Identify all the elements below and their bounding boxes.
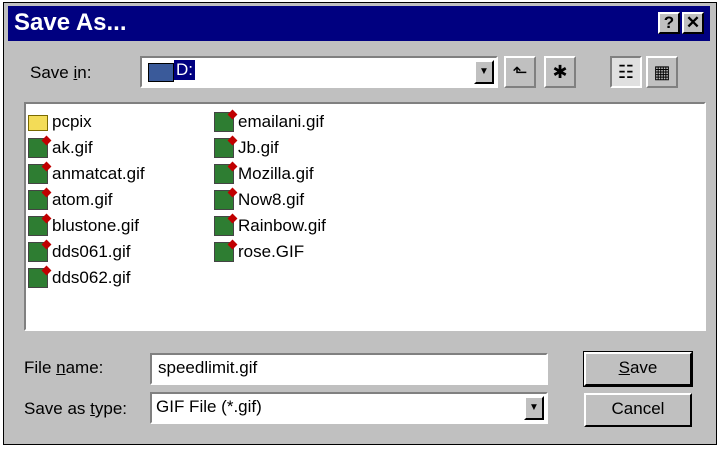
gif-file-icon bbox=[214, 242, 234, 262]
new-folder-button[interactable]: ✱ bbox=[544, 56, 576, 88]
save-in-combo[interactable]: D: ▼ bbox=[140, 56, 498, 88]
save-in-label: Save in: bbox=[30, 63, 92, 82]
chevron-down-icon[interactable]: ▼ bbox=[524, 396, 544, 420]
file-name: blustone.gif bbox=[52, 216, 139, 235]
file-name-label: File name: bbox=[24, 358, 104, 377]
list-item[interactable]: atom.gif bbox=[28, 188, 112, 212]
help-button[interactable]: ? bbox=[658, 12, 680, 34]
gif-file-icon bbox=[28, 164, 48, 184]
gif-file-icon bbox=[214, 164, 234, 184]
file-name: ak.gif bbox=[52, 138, 93, 157]
details-view-button[interactable]: ▦ bbox=[646, 56, 678, 88]
gif-file-icon bbox=[214, 138, 234, 158]
details-view-icon: ▦ bbox=[653, 62, 671, 82]
file-name: Jb.gif bbox=[238, 138, 279, 157]
file-name-input[interactable]: speedlimit.gif bbox=[150, 353, 548, 385]
new-folder-icon: ✱ bbox=[552, 62, 568, 82]
title-bar[interactable]: Save As... ? ✕ bbox=[8, 6, 710, 41]
save-as-type-select[interactable]: GIF File (*.gif) ▼ bbox=[150, 392, 548, 424]
file-name: emailani.gif bbox=[238, 112, 324, 131]
save-in-value: D: bbox=[174, 60, 195, 80]
list-view-button[interactable]: ☷ bbox=[610, 56, 642, 88]
up-folder-icon: ⬑ bbox=[512, 62, 528, 82]
list-item[interactable]: anmatcat.gif bbox=[28, 162, 145, 186]
gif-file-icon bbox=[214, 216, 234, 236]
file-name: pcpix bbox=[52, 112, 92, 131]
gif-file-icon bbox=[214, 190, 234, 210]
up-folder-button[interactable]: ⬑ bbox=[504, 56, 536, 88]
list-item[interactable]: blustone.gif bbox=[28, 214, 139, 238]
save-as-dialog: Save As... ? ✕ Save in: D: ▼ ⬑ ✱ ☷ ▦ pcp… bbox=[3, 2, 717, 445]
cancel-button[interactable]: Cancel bbox=[584, 393, 692, 427]
list-item[interactable]: Rainbow.gif bbox=[214, 214, 326, 238]
list-item[interactable]: rose.GIF bbox=[214, 240, 304, 264]
list-view-icon: ☷ bbox=[617, 62, 635, 82]
gif-file-icon bbox=[28, 190, 48, 210]
gif-file-icon bbox=[214, 112, 234, 132]
file-name: anmatcat.gif bbox=[52, 164, 145, 183]
file-name: dds061.gif bbox=[52, 242, 131, 261]
file-list[interactable]: pcpix ak.gif anmatcat.gif atom.gif blustone.… bbox=[24, 102, 706, 331]
list-item[interactable]: Now8.gif bbox=[214, 188, 304, 212]
list-item[interactable]: dds061.gif bbox=[28, 240, 130, 264]
list-item[interactable]: Mozilla.gif bbox=[214, 162, 314, 186]
list-item[interactable]: ak.gif bbox=[28, 136, 93, 160]
drive-icon bbox=[148, 63, 174, 82]
list-item[interactable]: Jb.gif bbox=[214, 136, 279, 160]
file-name-value: speedlimit.gif bbox=[158, 358, 258, 377]
save-as-type-value: GIF File (*.gif) bbox=[156, 397, 262, 416]
gif-file-icon bbox=[28, 216, 48, 236]
window-title: Save As... bbox=[14, 9, 127, 36]
file-name: Now8.gif bbox=[238, 190, 305, 209]
list-item[interactable]: pcpix bbox=[28, 110, 92, 134]
file-name: dds062.gif bbox=[52, 268, 131, 287]
close-button[interactable]: ✕ bbox=[682, 12, 704, 34]
file-name: Mozilla.gif bbox=[238, 164, 314, 183]
save-button[interactable]: Save bbox=[583, 351, 693, 387]
gif-file-icon bbox=[28, 268, 48, 288]
list-item[interactable]: dds062.gif bbox=[28, 266, 130, 290]
gif-file-icon bbox=[28, 242, 48, 262]
save-as-type-label: Save as type: bbox=[24, 399, 128, 418]
folder-icon bbox=[28, 115, 48, 131]
chevron-down-icon[interactable]: ▼ bbox=[474, 60, 494, 84]
file-name: rose.GIF bbox=[238, 242, 305, 261]
gif-file-icon bbox=[28, 138, 48, 158]
list-item[interactable]: emailani.gif bbox=[214, 110, 324, 134]
file-name: atom.gif bbox=[52, 190, 113, 209]
file-name: Rainbow.gif bbox=[238, 216, 326, 235]
